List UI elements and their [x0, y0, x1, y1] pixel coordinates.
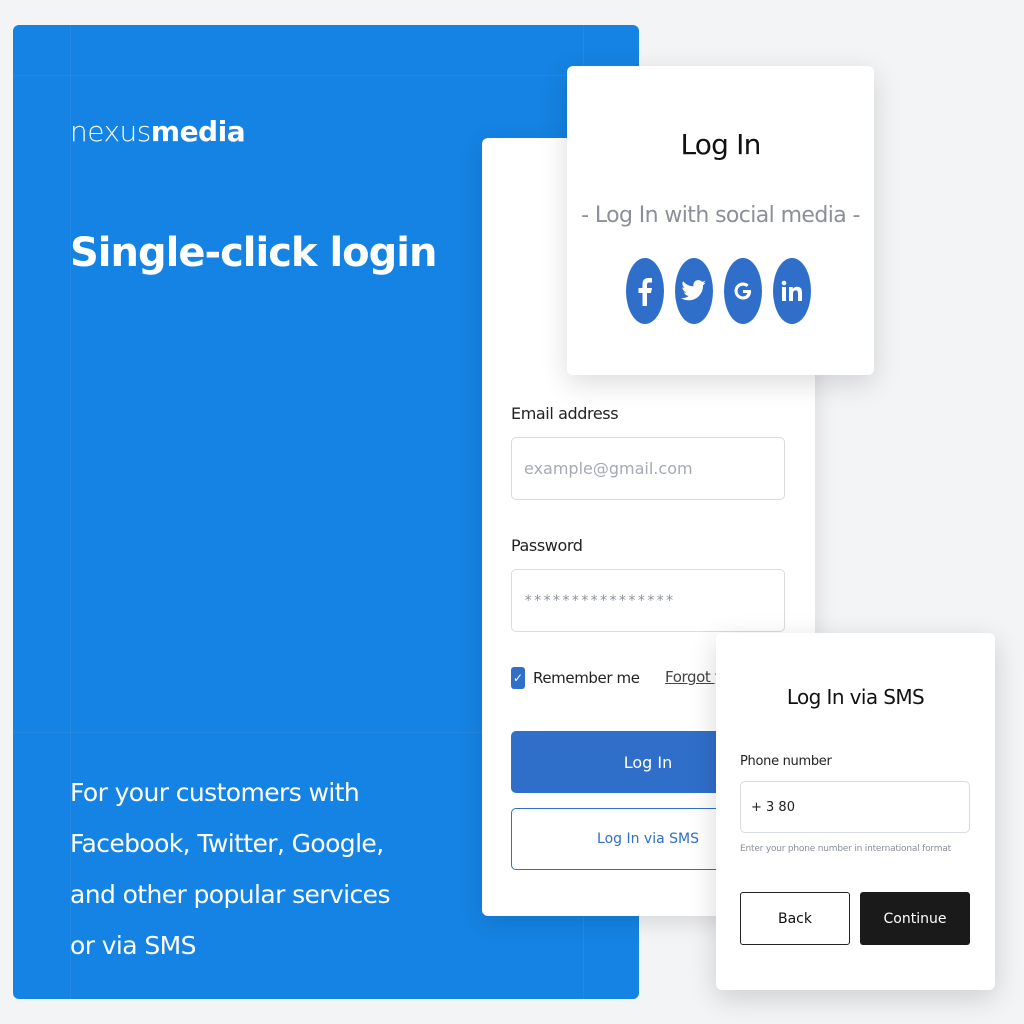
twitter-icon	[681, 280, 707, 302]
email-label: Email address	[511, 404, 619, 423]
logo-text-light: nexus	[70, 115, 151, 148]
social-login-card: Log In - Log In with social media -	[567, 66, 874, 375]
social-login-title: Log In	[680, 128, 761, 161]
hero-title: Single-click login	[70, 230, 437, 276]
password-masked-value: ****************	[524, 592, 675, 609]
password-label: Password	[511, 536, 583, 555]
facebook-icon	[637, 276, 653, 306]
social-login-subtitle: - Log In with social media -	[581, 203, 860, 228]
brand-logo: nexusmedia	[70, 115, 246, 148]
grid-line	[13, 75, 639, 76]
linkedin-icon	[781, 280, 803, 302]
logo-text-bold: media	[150, 115, 246, 148]
checkmark-icon: ✓	[511, 667, 525, 689]
twitter-login-button[interactable]	[675, 258, 713, 324]
google-login-button[interactable]	[724, 258, 762, 324]
facebook-login-button[interactable]	[626, 258, 664, 324]
email-input[interactable]	[511, 437, 785, 500]
remember-me-label: Remember me	[533, 669, 640, 687]
phone-number-input[interactable]	[740, 781, 970, 833]
linkedin-login-button[interactable]	[773, 258, 811, 324]
continue-button[interactable]: Continue	[860, 892, 970, 945]
social-buttons-row	[626, 258, 811, 324]
phone-number-label: Phone number	[740, 754, 832, 769]
google-icon	[734, 279, 752, 303]
sms-login-card: Log In via SMS Phone number Enter your p…	[716, 633, 995, 990]
back-button[interactable]: Back	[740, 892, 850, 945]
hero-description: For your customers with Facebook, Twitte…	[70, 778, 390, 960]
sms-login-title: Log In via SMS	[786, 685, 925, 709]
phone-number-hint: Enter your phone number in international…	[740, 844, 951, 854]
password-input[interactable]: ****************	[511, 569, 785, 632]
remember-me-checkbox[interactable]: ✓ Remember me	[511, 667, 640, 689]
